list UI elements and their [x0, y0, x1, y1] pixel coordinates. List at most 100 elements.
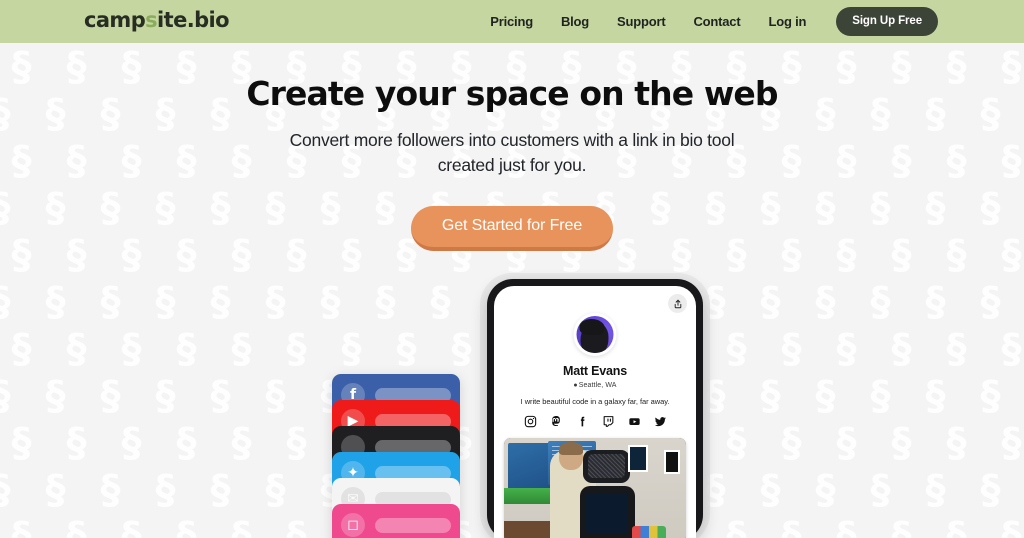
sign-up-free-button[interactable]: Sign Up Free: [836, 7, 938, 36]
hero-section: Create your space on the web Convert mor…: [0, 43, 1024, 251]
profile-location: ●Seattle, WA: [494, 382, 696, 389]
social-links: [494, 414, 696, 429]
location-pin-icon: ●: [573, 382, 578, 389]
media-wall-picture-2: [664, 450, 680, 474]
brand-s-mark-icon: s: [145, 8, 158, 32]
background-glyph-icon: §: [231, 514, 252, 538]
background-glyph-icon: §: [176, 514, 197, 538]
background-glyph-icon: §: [980, 467, 1001, 513]
background-glyph-icon: §: [946, 420, 967, 466]
background-glyph-icon: §: [946, 514, 967, 538]
cta-wrapper: Get Started for Free: [0, 205, 1024, 251]
background-glyph-icon: §: [0, 466, 28, 514]
share-icon[interactable]: [668, 294, 687, 313]
background-glyph-icon: §: [726, 326, 747, 372]
background-glyph-icon: §: [891, 514, 912, 538]
background-glyph-icon: §: [726, 514, 747, 538]
background-glyph-icon: §: [870, 373, 891, 419]
background-glyph-icon: §: [1018, 278, 1024, 326]
background-glyph-icon: §: [870, 279, 891, 325]
phone-screen: Matt Evans ●Seattle, WA I write beautifu…: [494, 286, 696, 538]
page-root: § § § § § § § § § § § § § § § § § § § § § § § § § § § § § § § § § § § § § § § §…: [0, 0, 1024, 538]
background-glyph-icon: §: [980, 373, 1001, 419]
profile-location-text: Seattle, WA: [578, 382, 617, 389]
background-glyph-icon: §: [66, 420, 87, 466]
brand-logo[interactable]: campsite.bio: [84, 8, 230, 32]
background-glyph-icon: §: [286, 514, 307, 538]
hero-subtitle-line1: Convert more followers into customers wi…: [289, 129, 735, 150]
mastodon-icon[interactable]: [549, 414, 564, 429]
nav-support[interactable]: Support: [617, 14, 666, 29]
background-glyph-icon: §: [66, 514, 87, 538]
background-glyph-icon: §: [726, 420, 747, 466]
background-glyph-icon: §: [375, 279, 396, 325]
media-chair-mesh: [588, 454, 625, 478]
background-glyph-icon: §: [210, 467, 231, 513]
background-glyph-icon: §: [11, 420, 32, 466]
background-glyph-icon: §: [815, 467, 836, 513]
nav-contact[interactable]: Contact: [693, 14, 740, 29]
background-glyph-icon: §: [155, 467, 176, 513]
background-glyph-icon: §: [815, 279, 836, 325]
background-glyph-icon: §: [0, 278, 28, 326]
media-color-items: [632, 526, 666, 538]
background-glyph-icon: §: [121, 420, 142, 466]
media-person-hair: [559, 442, 583, 455]
background-glyph-icon: §: [946, 326, 967, 372]
background-glyph-icon: §: [1018, 372, 1024, 420]
twitch-icon[interactable]: [601, 414, 616, 429]
background-glyph-icon: §: [341, 326, 362, 372]
media-wall-picture-1: [628, 445, 648, 472]
page-title: Create your space on the web: [246, 74, 778, 113]
avatar-hair: [579, 319, 605, 335]
background-glyph-icon: §: [155, 373, 176, 419]
hero-subtitle-line2: created just for you.: [437, 154, 587, 175]
avatar: [573, 313, 617, 356]
background-glyph-icon: §: [925, 373, 946, 419]
main-nav: Pricing Blog Support Contact Log in Sign Up F…: [490, 0, 1024, 43]
background-glyph-icon: §: [925, 467, 946, 513]
background-glyph-icon: §: [176, 420, 197, 466]
background-glyph-icon: §: [430, 279, 451, 325]
hero-subtitle: Convert more followers into customers wi…: [0, 128, 1024, 178]
link-card-label-placeholder: [375, 517, 451, 533]
background-glyph-icon: §: [100, 467, 121, 513]
background-glyph-icon: §: [760, 373, 781, 419]
background-glyph-icon: §: [891, 326, 912, 372]
facebook-icon[interactable]: [575, 414, 590, 429]
background-glyph-icon: §: [100, 373, 121, 419]
media-card[interactable]: [504, 438, 686, 538]
background-glyph-icon: §: [265, 279, 286, 325]
nav-blog[interactable]: Blog: [561, 14, 589, 29]
background-glyph-icon: §: [396, 326, 417, 372]
background-glyph-icon: §: [286, 326, 307, 372]
background-glyph-icon: §: [760, 467, 781, 513]
background-glyph-icon: §: [286, 420, 307, 466]
background-glyph-icon: §: [176, 326, 197, 372]
nav-login[interactable]: Log in: [768, 14, 806, 29]
background-glyph-icon: §: [836, 514, 857, 538]
background-glyph-icon: §: [815, 373, 836, 419]
background-glyph-icon: §: [231, 326, 252, 372]
background-glyph-icon: §: [836, 420, 857, 466]
site-header: campsite.bio Pricing Blog Support Contact Lo…: [0, 0, 1024, 43]
background-glyph-icon: §: [155, 279, 176, 325]
background-glyph-icon: §: [66, 326, 87, 372]
nav-pricing[interactable]: Pricing: [490, 14, 533, 29]
background-glyph-icon: §: [1001, 514, 1022, 538]
background-glyph-icon: §: [45, 279, 66, 325]
instagram-icon[interactable]: [523, 414, 538, 429]
background-glyph-icon: §: [891, 420, 912, 466]
profile-bio: I write beautiful code in a galaxy far, …: [520, 397, 670, 406]
background-glyph-icon: §: [980, 279, 1001, 325]
twitter-icon[interactable]: [653, 414, 668, 429]
link-card-instagram[interactable]: ◻: [332, 504, 460, 538]
youtube-icon[interactable]: [627, 414, 642, 429]
background-glyph-icon: §: [760, 279, 781, 325]
background-glyph-icon: §: [870, 467, 891, 513]
background-glyph-icon: §: [1001, 420, 1022, 466]
background-glyph-icon: §: [265, 467, 286, 513]
get-started-button[interactable]: Get Started for Free: [410, 205, 614, 251]
background-glyph-icon: §: [121, 326, 142, 372]
background-glyph-icon: §: [210, 373, 231, 419]
